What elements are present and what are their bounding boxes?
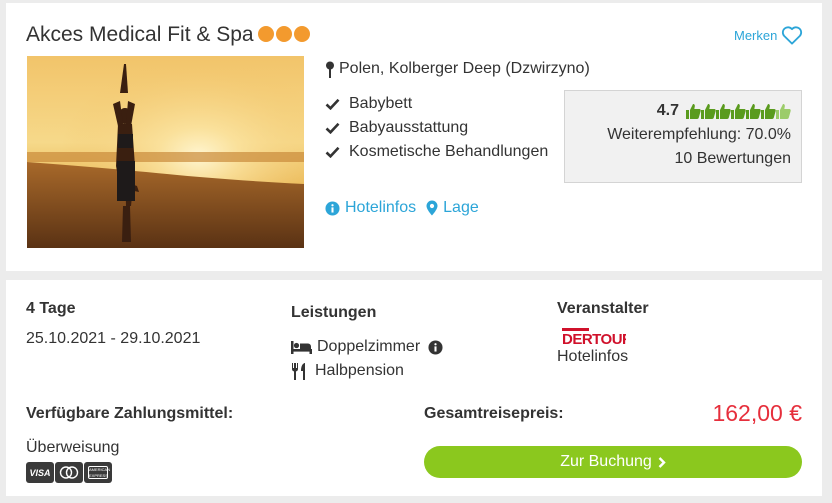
- thumbs-up-icon: [701, 104, 716, 119]
- info-icon: [325, 200, 340, 216]
- room-label: Doppelzimmer: [317, 338, 421, 355]
- payment-cards: VISA AMERICAN EXPRESS: [26, 462, 112, 483]
- yoga-beach-photo: [27, 56, 304, 248]
- info-icon[interactable]: [428, 339, 443, 355]
- feature-label: Babyausstattung: [349, 119, 469, 136]
- feature-item: Kosmetische Behandlungen: [325, 140, 548, 164]
- merken-label: Merken: [734, 27, 778, 43]
- operator-hotelinfos[interactable]: Hotelinfos: [557, 348, 628, 366]
- hotel-links: Hotelinfos Lage: [325, 199, 479, 217]
- operator-heading: Veranstalter: [557, 300, 649, 317]
- star-icon: [258, 26, 274, 42]
- thumbs-up-icon: [761, 104, 776, 119]
- booking-button[interactable]: Zur Buchung: [424, 446, 802, 478]
- merken-button[interactable]: Merken: [734, 25, 803, 45]
- hotelinfos-label: Hotelinfos: [345, 199, 417, 216]
- thumbs-rating: [686, 103, 791, 119]
- thumbs-up-icon: [731, 104, 746, 119]
- services-heading: Leistungen: [291, 304, 377, 321]
- room-type: Doppelzimmer: [291, 335, 443, 359]
- lage-link[interactable]: Lage: [426, 199, 479, 217]
- star-icon: [294, 26, 310, 42]
- check-icon: [325, 98, 340, 110]
- total-price: 162,00 €: [712, 400, 802, 426]
- booking-button-label: Zur Buchung: [560, 453, 652, 470]
- board-type: Halbpension: [291, 359, 404, 383]
- check-icon: [325, 146, 340, 158]
- rating-score-row: 4.7: [565, 99, 791, 123]
- hotel-image[interactable]: [27, 56, 304, 248]
- thumbs-up-icon: [776, 104, 791, 119]
- star-icon: [276, 26, 292, 42]
- dertour-logo-text: DERTOUR: [562, 331, 626, 346]
- hotel-location: Polen, Kolberger Deep (Dzwirzyno): [325, 60, 590, 78]
- total-price-label: Gesamtreisepreis:: [424, 405, 564, 422]
- hotel-rating-stars: [258, 26, 310, 42]
- thumbs-up-icon: [686, 104, 701, 119]
- lage-label: Lage: [443, 199, 479, 216]
- visa-icon: VISA: [26, 462, 54, 483]
- rating-box[interactable]: 4.7 Weiterempfehlung: 70.0% 10 Bewertung…: [564, 90, 802, 183]
- feature-item: Babyausstattung: [325, 116, 548, 140]
- review-count: 10 Bewertungen: [674, 150, 791, 167]
- feature-item: Babybett: [325, 92, 548, 116]
- cutlery-icon: [292, 362, 305, 380]
- chevron-right-icon: [658, 456, 666, 468]
- duration: 4 Tage: [26, 300, 76, 317]
- feature-label: Babybett: [349, 95, 413, 112]
- rating-score: 4.7: [656, 102, 679, 119]
- board-label: Halbpension: [315, 362, 404, 379]
- heart-icon: [782, 26, 803, 45]
- offer-card: 4 Tage 25.10.2021 - 29.10.2021 Leistunge…: [6, 280, 822, 496]
- payment-heading: Verfügbare Zahlungsmittel:: [26, 405, 234, 422]
- map-marker-icon: [426, 200, 438, 216]
- feature-label: Kosmetische Behandlungen: [349, 143, 549, 160]
- mastercard-icon: [55, 462, 83, 483]
- hotel-title[interactable]: Akces Medical Fit & Spa: [26, 23, 254, 47]
- hotelinfos-link[interactable]: Hotelinfos: [325, 199, 416, 217]
- recommendation-rate: Weiterempfehlung: 70.0%: [607, 126, 791, 143]
- check-icon: [325, 122, 340, 134]
- feature-list: Babybett Babyausstattung Kosmetische Beh…: [325, 92, 548, 164]
- thumbs-up-icon: [746, 104, 761, 119]
- amex-icon: AMERICAN EXPRESS: [84, 462, 112, 483]
- payment-method: Überweisung: [26, 439, 120, 456]
- location-text: Polen, Kolberger Deep (Dzwirzyno): [339, 60, 590, 77]
- travel-dates: 25.10.2021 - 29.10.2021: [26, 330, 201, 347]
- thumbs-up-icon: [716, 104, 731, 119]
- hotel-card: Akces Medical Fit & Spa Merken Polen, Ko…: [6, 3, 822, 271]
- map-pin-icon: [326, 61, 334, 78]
- bed-icon: [291, 340, 312, 354]
